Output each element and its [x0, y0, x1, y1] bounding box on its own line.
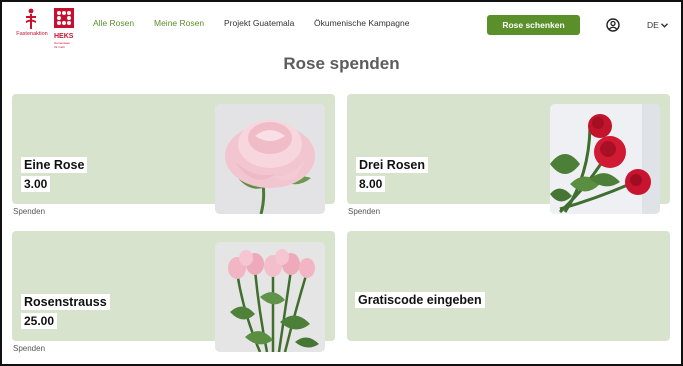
heks-logo[interactable]: HEKS Gemeinsam für mehr: [54, 8, 74, 49]
product-card-drei-rosen[interactable]: Drei Rosen 8.00: [347, 94, 670, 214]
language-label: DE: [647, 20, 659, 30]
product-card-eine-rose[interactable]: Eine Rose 3.00: [12, 94, 335, 214]
card-price: 3.00: [21, 176, 51, 192]
chevron-down-icon: [660, 23, 668, 29]
card-name: Rosenstrauss: [21, 294, 110, 310]
fastenaktion-mark-icon: [26, 8, 36, 29]
page-title: Rose spenden: [283, 54, 400, 73]
card-price: 8.00: [356, 176, 386, 192]
heks-logo-text: HEKS: [54, 33, 74, 40]
fastenaktion-logo-text: Fastenaktion: [16, 31, 48, 37]
nav-alle-rosen[interactable]: Alle Rosen: [93, 18, 134, 28]
user-account-icon[interactable]: [606, 18, 620, 32]
language-selector[interactable]: DE: [647, 20, 668, 30]
spenden-link[interactable]: Spenden: [13, 207, 45, 216]
card-price: 25.00: [21, 313, 58, 329]
card-name: Drei Rosen: [356, 157, 428, 173]
app-frame: Fastenaktion HEKS Gemeinsam für mehr All…: [0, 0, 683, 366]
heks-logo-tagline: Gemeinsam für mehr: [54, 41, 71, 49]
fastenaktion-logo[interactable]: Fastenaktion: [12, 8, 50, 40]
header: Fastenaktion HEKS Gemeinsam für mehr All…: [2, 2, 681, 49]
gratiscode-card[interactable]: Gratiscode eingeben: [347, 231, 670, 341]
pink-rose-bouquet-image: [215, 242, 325, 352]
single-pink-rose-image: [215, 104, 325, 214]
three-red-roses-image: [550, 104, 660, 214]
nav-projekt-guatemala[interactable]: Projekt Guatemala: [224, 18, 294, 28]
spenden-link[interactable]: Spenden: [348, 207, 380, 216]
rose-schenken-button[interactable]: Rose schenken: [487, 15, 580, 35]
heks-mark-icon: [54, 8, 74, 28]
gratiscode-label: Gratiscode eingeben: [355, 292, 485, 308]
nav-meine-rosen[interactable]: Meine Rosen: [154, 18, 204, 28]
spenden-link[interactable]: Spenden: [13, 344, 45, 353]
product-card-rosenstrauss[interactable]: Rosenstrauss 25.00: [12, 231, 335, 352]
nav-oekumenische-kampagne[interactable]: Ökumenische Kampagne: [314, 18, 409, 28]
card-name: Eine Rose: [21, 157, 88, 173]
